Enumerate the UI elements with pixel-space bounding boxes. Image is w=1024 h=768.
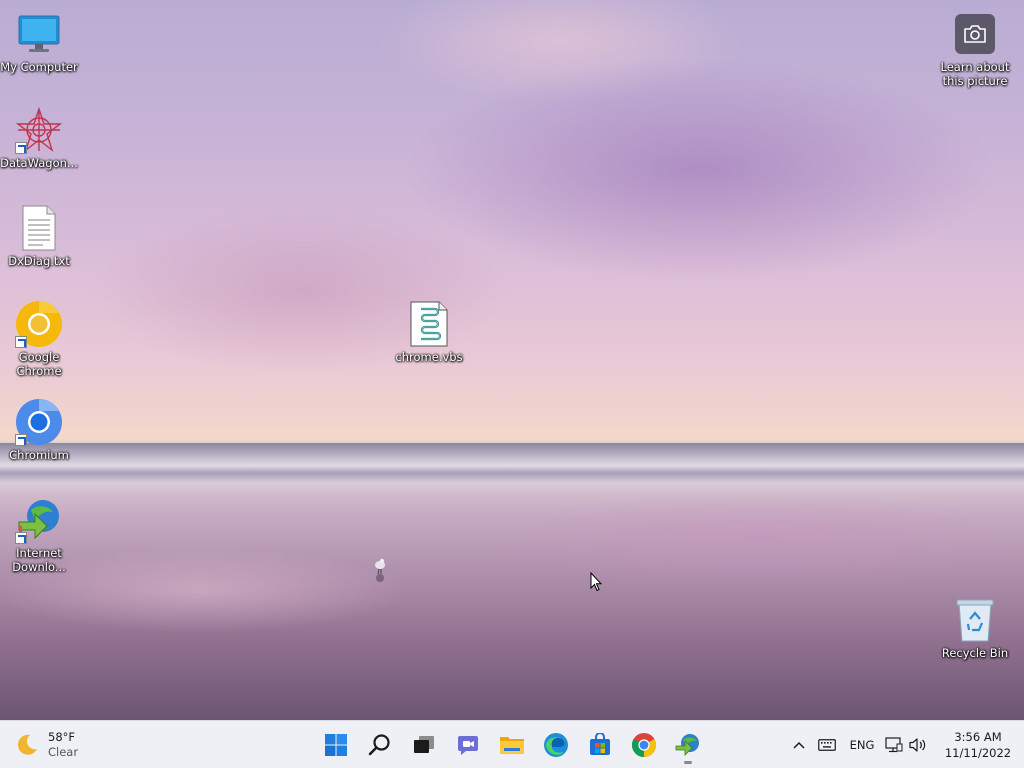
input-language-button[interactable]: ENG [842, 729, 882, 761]
camera-icon [964, 25, 986, 43]
search-icon [368, 734, 390, 756]
touch-keyboard-button[interactable] [812, 729, 842, 761]
learn-about-button-bg [955, 14, 995, 54]
volume-button[interactable] [906, 729, 930, 761]
taskbar-apps [316, 725, 712, 765]
microsoft-store-button[interactable] [580, 725, 620, 765]
network-monitor-icon [885, 737, 903, 753]
store-icon [590, 733, 610, 755]
shortcut-arrow-icon [15, 142, 27, 154]
network-button[interactable] [882, 729, 906, 761]
mouse-cursor-icon [590, 572, 602, 592]
chat-icon [458, 736, 478, 755]
show-hidden-icons-button[interactable] [786, 729, 812, 761]
idm-taskbar-button[interactable] [668, 725, 708, 765]
file-explorer-button[interactable] [492, 725, 532, 765]
desktop-icon-label: DxDiag.txt [8, 254, 70, 268]
shortcut-arrow-icon [15, 532, 27, 544]
weather-widget[interactable]: 58°F Clear [14, 729, 78, 761]
desktop-icon-internet-download-manager[interactable]: Internet Downlo... [0, 496, 78, 574]
seagull-image [375, 558, 385, 582]
speaker-icon [909, 738, 926, 752]
start-button[interactable] [316, 725, 356, 765]
desktop-icon-label: DataWagon... [0, 156, 78, 170]
desktop-icon-label: My Computer [0, 60, 78, 74]
keyboard-icon [818, 739, 836, 751]
task-view-icon [414, 736, 434, 753]
idm-icon [675, 734, 699, 756]
desktop-icon-label: Chromium [9, 448, 69, 462]
desktop-icon-chrome-vbs[interactable]: chrome.vbs [390, 300, 468, 364]
search-button[interactable] [360, 725, 400, 765]
desktop-icon-label: chrome.vbs [395, 350, 463, 364]
weather-condition: Clear [48, 745, 79, 759]
chevron-up-icon [793, 741, 805, 749]
system-tray: ENG [786, 721, 930, 768]
desktop-icon-chromium[interactable]: Chromium [0, 398, 78, 462]
desktop[interactable]: My Computer DataWagon... DxDiag.txt Goog… [0, 0, 1024, 720]
chrome-icon [631, 733, 657, 757]
learn-about-label-line2: this picture [942, 74, 1008, 88]
shortcut-arrow-icon [15, 336, 27, 348]
edge-icon [544, 733, 568, 757]
windows-start-icon [325, 734, 347, 756]
clock-time: 3:56 AM [954, 730, 1002, 744]
task-view-button[interactable] [404, 725, 444, 765]
taskbar: 58°F Clear ENG 3:56 AM 11/11/2022 [0, 720, 1024, 768]
script-file-icon [410, 301, 448, 347]
desktop-icon-datawagon[interactable]: DataWagon... [0, 106, 78, 170]
desktop-icon-label: Internet Downlo... [12, 546, 66, 574]
learn-about-picture[interactable]: Learn about this picture [936, 10, 1014, 88]
taskbar-clock[interactable]: 3:56 AM 11/11/2022 [938, 729, 1018, 761]
chrome-taskbar-button[interactable] [624, 725, 664, 765]
desktop-icon-google-chrome[interactable]: Google Chrome [0, 300, 78, 378]
desktop-icon-recycle-bin[interactable]: Recycle Bin [936, 596, 1014, 660]
shortcut-arrow-icon [15, 434, 27, 446]
desktop-icon-my-computer[interactable]: My Computer [0, 10, 78, 74]
wallpaper-sea [0, 443, 1024, 493]
moon-icon [17, 734, 37, 755]
chat-button[interactable] [448, 725, 488, 765]
learn-about-label-line1: Learn about [940, 60, 1010, 74]
text-file-icon [22, 205, 56, 251]
recycle-bin-icon [956, 599, 994, 642]
monitor-icon [18, 15, 60, 52]
clock-date: 11/11/2022 [944, 746, 1012, 760]
folder-icon [500, 737, 524, 754]
desktop-icon-label: Google Chrome [16, 350, 62, 378]
weather-temperature: 58°F [48, 730, 75, 744]
edge-button[interactable] [536, 725, 576, 765]
desktop-icon-label: Recycle Bin [941, 646, 1009, 660]
wallpaper-reflection [0, 500, 1024, 720]
desktop-icon-dxdiag[interactable]: DxDiag.txt [0, 204, 78, 268]
